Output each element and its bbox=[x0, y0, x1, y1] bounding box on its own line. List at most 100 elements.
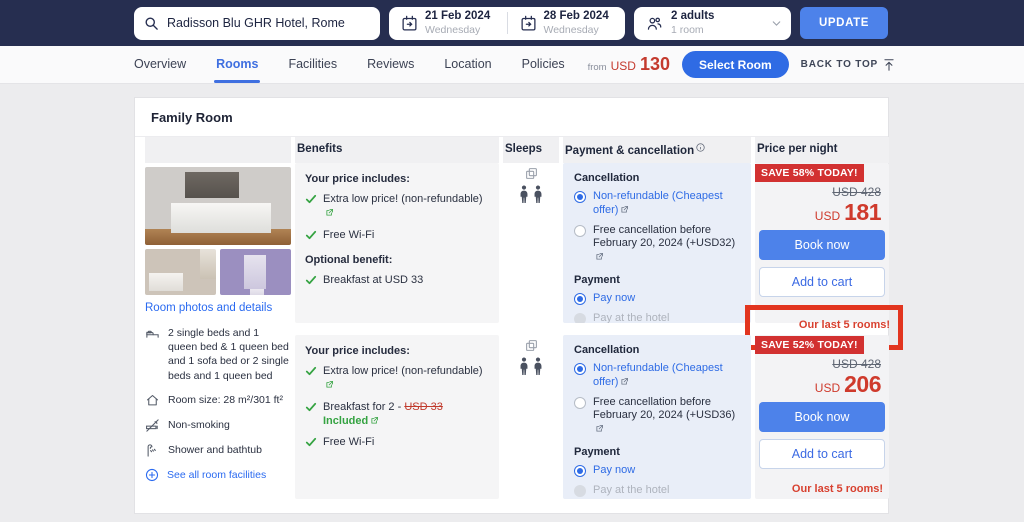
checkout-field[interactable]: 28 Feb 2024 Wednesday bbox=[508, 7, 626, 40]
checkin-day: Wednesday bbox=[425, 24, 490, 37]
save-badge: SAVE 58% TODAY! bbox=[755, 164, 864, 182]
hotel-search-field[interactable] bbox=[134, 7, 380, 40]
check-icon bbox=[305, 436, 317, 448]
column-header-benefits: Benefits bbox=[295, 137, 499, 163]
rate2-price: SAVE 52% TODAY! USD 428 USD 206 Book now… bbox=[755, 335, 889, 499]
benefit-item: Breakfast at USD 33 bbox=[305, 273, 489, 287]
adult-icon bbox=[519, 357, 529, 376]
room-photo-main[interactable] bbox=[145, 167, 291, 245]
cancel-option-free-cancellation[interactable]: Free cancellation before February 20, 20… bbox=[574, 396, 740, 437]
external-link-icon[interactable] bbox=[325, 380, 334, 389]
select-room-button[interactable]: Select Room bbox=[682, 51, 789, 78]
radio-disabled bbox=[574, 485, 586, 497]
includes-title: Your price includes: bbox=[305, 173, 489, 185]
cancel-option-nonrefundable[interactable]: Non-refundable (Cheapest offer) bbox=[574, 190, 740, 218]
check-icon bbox=[305, 274, 317, 286]
tab-rooms[interactable]: Rooms bbox=[216, 46, 258, 83]
rate2-benefits: Your price includes: Extra low price! (n… bbox=[295, 335, 499, 499]
benefit-item-breakfast: Breakfast for 2 - USD 33 Included bbox=[305, 400, 489, 429]
breakfast-old-price: USD 33 bbox=[404, 401, 443, 413]
calendar-checkout-icon bbox=[520, 15, 537, 32]
radio-unselected[interactable] bbox=[574, 225, 586, 237]
arrow-up-icon bbox=[882, 58, 896, 72]
date-range-picker: 21 Feb 2024 Wednesday 28 Feb 2024 Wednes… bbox=[389, 7, 625, 40]
checkin-date: 21 Feb 2024 bbox=[425, 10, 490, 24]
benefit-item: Free Wi-Fi bbox=[305, 435, 489, 449]
external-link-icon[interactable] bbox=[370, 416, 379, 425]
radio-selected[interactable] bbox=[574, 191, 586, 203]
shower-icon bbox=[145, 443, 160, 458]
adult-icon bbox=[533, 357, 543, 376]
checkout-date: 28 Feb 2024 bbox=[544, 10, 609, 24]
check-icon bbox=[305, 401, 317, 413]
add-to-cart-button[interactable]: Add to cart bbox=[759, 267, 885, 297]
column-header-sleeps: Sleeps bbox=[503, 137, 559, 163]
rate2-payment-cancellation: Cancellation Non-refundable (Cheapest of… bbox=[563, 335, 751, 499]
tab-location[interactable]: Location bbox=[444, 46, 491, 83]
back-to-top-label: BACK TO TOP bbox=[801, 59, 878, 70]
pay-option-pay-at-hotel: Pay at the hotel bbox=[574, 484, 740, 498]
info-icon[interactable] bbox=[696, 143, 705, 152]
no-smoking-icon bbox=[145, 418, 160, 433]
calendar-checkin-icon bbox=[401, 15, 418, 32]
checkout-day: Wednesday bbox=[544, 24, 609, 37]
external-link-icon[interactable] bbox=[325, 208, 334, 217]
book-now-button[interactable]: Book now bbox=[759, 230, 885, 260]
see-all-facilities-link[interactable]: See all room facilities bbox=[145, 468, 291, 482]
scarcity-message: Our last 5 rooms! bbox=[755, 483, 883, 495]
from-currency: USD bbox=[611, 59, 636, 73]
cancel-option-nonrefundable[interactable]: Non-refundable (Cheapest offer) bbox=[574, 362, 740, 390]
payment-title: Payment bbox=[574, 446, 740, 458]
check-icon bbox=[305, 193, 317, 205]
room-photo-thumb-bathroom[interactable] bbox=[220, 249, 291, 295]
room-photos-details-link[interactable]: Room photos and details bbox=[145, 302, 291, 314]
compare-rooms-icon[interactable] bbox=[525, 167, 538, 180]
house-icon bbox=[145, 393, 160, 408]
room-photos-and-details: Room photos and details 2 single beds an… bbox=[145, 163, 291, 499]
rate1-price: SAVE 58% TODAY! USD 428 USD 181 Book now… bbox=[755, 163, 889, 323]
radio-selected[interactable] bbox=[574, 363, 586, 375]
cancellation-title: Cancellation bbox=[574, 172, 740, 184]
room-photo-thumb-bedroom[interactable] bbox=[145, 249, 216, 295]
back-to-top-button[interactable]: BACK TO TOP bbox=[801, 58, 896, 72]
update-button[interactable]: UPDATE bbox=[800, 7, 888, 39]
radio-unselected[interactable] bbox=[574, 397, 586, 409]
sleeps-two-adults bbox=[519, 185, 543, 204]
pay-option-pay-at-hotel: Pay at the hotel bbox=[574, 312, 740, 324]
compare-rooms-icon[interactable] bbox=[525, 339, 538, 352]
add-to-cart-button[interactable]: Add to cart bbox=[759, 439, 885, 469]
search-input[interactable] bbox=[167, 16, 370, 30]
from-price: from USD 130 bbox=[588, 54, 670, 75]
rate1-sleeps bbox=[503, 163, 559, 323]
optional-benefit-title: Optional benefit: bbox=[305, 254, 489, 266]
guests-summary: 2 adults bbox=[671, 10, 714, 24]
chevron-down-icon bbox=[770, 17, 783, 30]
rate1-benefits: Your price includes: Extra low price! (n… bbox=[295, 163, 499, 323]
tab-policies[interactable]: Policies bbox=[522, 46, 565, 83]
tab-facilities[interactable]: Facilities bbox=[288, 46, 337, 83]
cancel-option-free-cancellation[interactable]: Free cancellation before February 20, 20… bbox=[574, 224, 740, 265]
room-page-nav: Overview Rooms Facilities Reviews Locati… bbox=[0, 46, 1024, 84]
plus-circle-icon bbox=[145, 468, 159, 482]
radio-selected[interactable] bbox=[574, 293, 586, 305]
external-link-icon[interactable] bbox=[620, 205, 629, 214]
external-link-icon[interactable] bbox=[595, 424, 604, 433]
external-link-icon[interactable] bbox=[620, 377, 629, 386]
sleeps-two-adults bbox=[519, 357, 543, 376]
save-badge: SAVE 52% TODAY! bbox=[755, 336, 864, 354]
book-now-button[interactable]: Book now bbox=[759, 402, 885, 432]
pay-option-pay-now[interactable]: Pay now bbox=[574, 464, 740, 478]
current-price: USD 181 bbox=[755, 199, 889, 226]
guests-icon bbox=[646, 15, 663, 32]
external-link-icon[interactable] bbox=[595, 252, 604, 261]
checkin-field[interactable]: 21 Feb 2024 Wednesday bbox=[389, 7, 507, 40]
tab-overview[interactable]: Overview bbox=[134, 46, 186, 83]
benefit-item: Free Wi-Fi bbox=[305, 228, 489, 242]
pay-option-pay-now[interactable]: Pay now bbox=[574, 292, 740, 306]
rooms-summary: 1 room bbox=[671, 24, 714, 37]
bed-icon bbox=[145, 326, 160, 341]
from-amount: 130 bbox=[640, 54, 670, 75]
radio-selected[interactable] bbox=[574, 465, 586, 477]
guests-selector[interactable]: 2 adults 1 room bbox=[634, 7, 791, 40]
tab-reviews[interactable]: Reviews bbox=[367, 46, 414, 83]
